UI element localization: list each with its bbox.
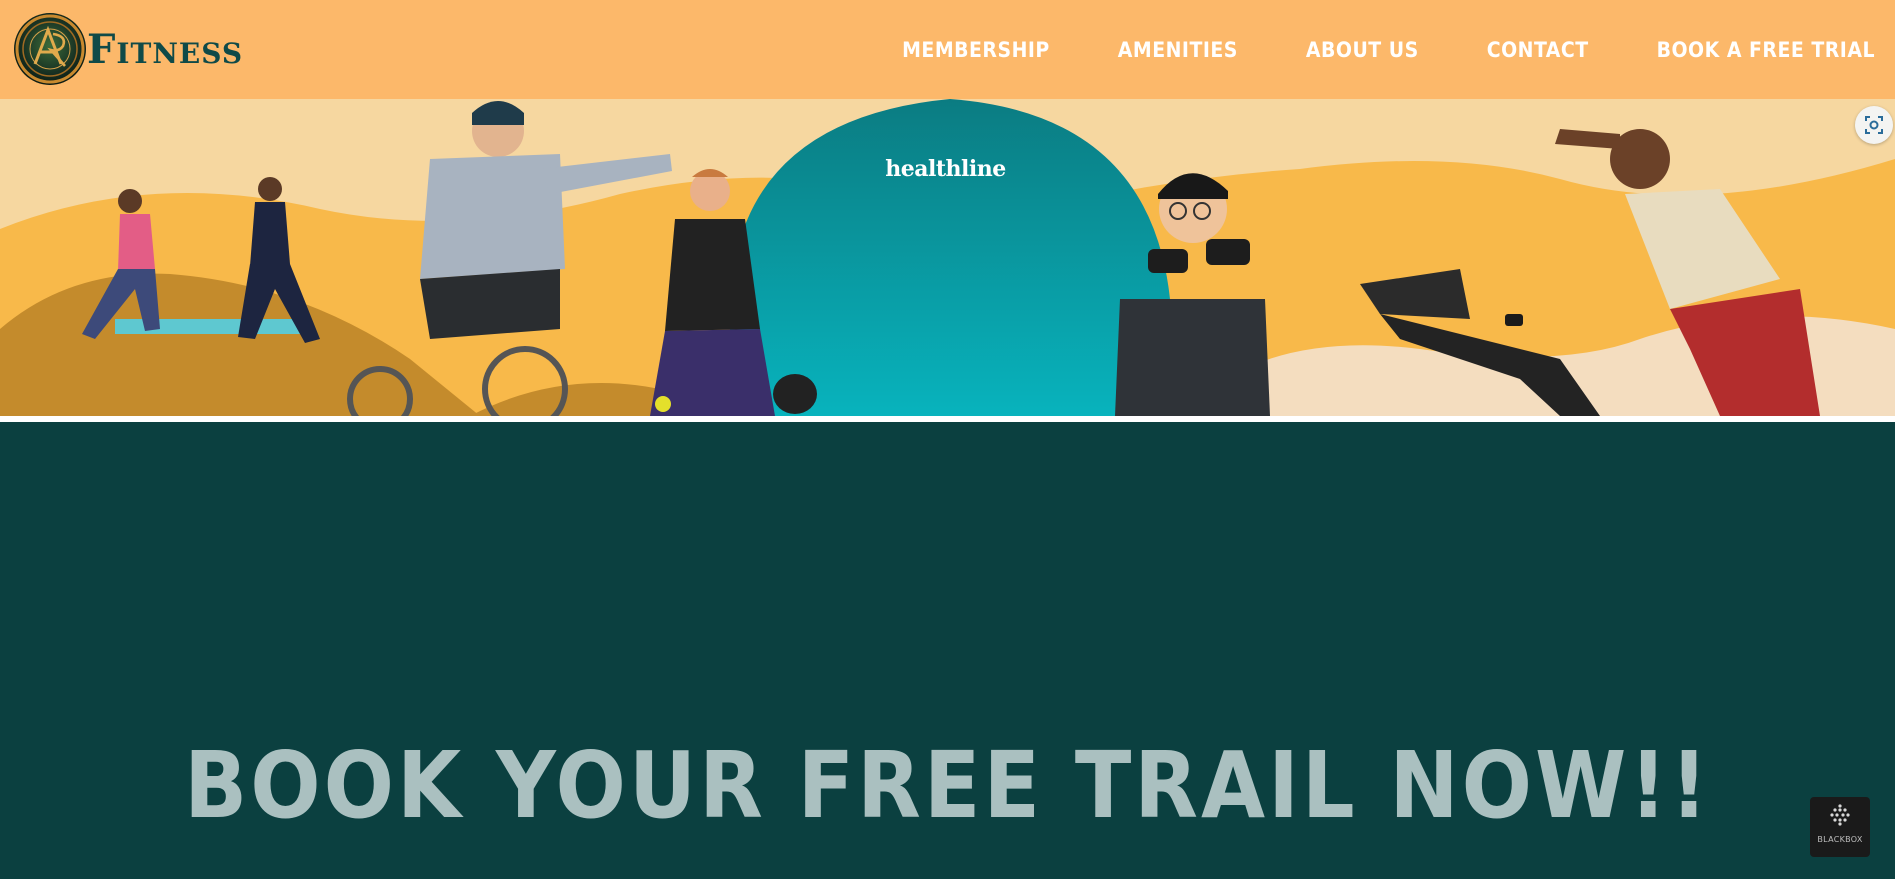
blackbox-badge-label: BLACKBOX xyxy=(1817,835,1863,844)
logo-emblem-icon xyxy=(14,13,86,85)
hero-banner: healthline xyxy=(0,99,1895,416)
site-logo[interactable]: Fitness xyxy=(13,12,273,86)
main-nav: MEMBERSHIP AMENITIES ABOUT US CONTACT BO… xyxy=(834,0,1875,99)
visual-search-button[interactable] xyxy=(1855,106,1893,144)
logo-wordmark: Fitness xyxy=(87,26,244,73)
hero-illustration xyxy=(0,99,1895,416)
nav-membership[interactable]: MEMBERSHIP xyxy=(902,38,1050,62)
hero-brand-wordmark: healthline xyxy=(885,156,1006,182)
free-trial-heading: BOOK YOUR FREE TRAIL NOW!! xyxy=(184,732,1711,839)
visual-search-icon xyxy=(1865,116,1883,134)
blackbox-badge[interactable]: BLACKBOX xyxy=(1810,797,1870,857)
free-trial-section: BOOK YOUR FREE TRAIL NOW!! xyxy=(0,422,1895,879)
nav-amenities[interactable]: AMENITIES xyxy=(1118,38,1238,62)
site-header: Fitness MEMBERSHIP AMENITIES ABOUT US CO… xyxy=(0,0,1895,99)
nav-about-us[interactable]: ABOUT US xyxy=(1306,38,1419,62)
nav-contact[interactable]: CONTACT xyxy=(1487,38,1589,62)
nav-book-free-trial[interactable]: BOOK A FREE TRIAL xyxy=(1657,38,1875,62)
blackbox-logo-icon xyxy=(1830,804,1850,826)
